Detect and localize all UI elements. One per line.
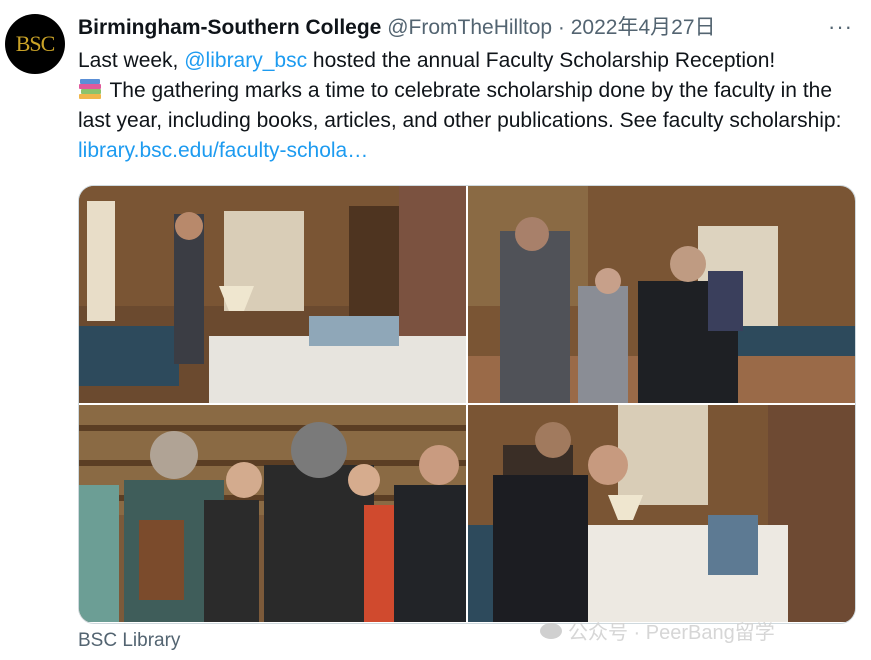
tweet-text-part3: The gathering marks a time to celebrate … (78, 79, 842, 132)
media-caption: BSC Library (78, 630, 181, 651)
media-grid (78, 185, 856, 624)
header-separator: · (557, 16, 565, 39)
tweet-text: Last week, @library_bsc hosted the annua… (78, 46, 868, 166)
photo-reception-4[interactable] (468, 405, 855, 622)
photo-reception-2[interactable] (468, 186, 855, 403)
tweet-header: Birmingham-Southern College @FromTheHill… (78, 14, 841, 42)
tweet-date[interactable]: 2022年4月27日 (571, 16, 716, 39)
books-emoji-icon (78, 78, 104, 100)
wechat-icon (540, 622, 562, 639)
author-name[interactable]: Birmingham-Southern College (78, 16, 381, 39)
mention-link[interactable]: @library_bsc (184, 49, 307, 72)
photo-reception-1[interactable] (79, 186, 466, 403)
watermark: 公众号 · PeerBang留学 (540, 616, 775, 645)
tweet-text-part2: hosted the annual Faculty Scholarship Re… (307, 49, 776, 72)
avatar[interactable]: BSC (5, 14, 65, 74)
photo-reception-3[interactable] (79, 405, 466, 622)
faculty-scholarship-link[interactable]: library.bsc.edu/faculty-schola… (78, 139, 368, 162)
more-icon[interactable]: ··· (828, 14, 853, 40)
tweet-text-part1: Last week, (78, 49, 185, 72)
avatar-logo-text: BSC (15, 31, 56, 56)
watermark-text: 公众号 · PeerBang留学 (568, 622, 775, 644)
author-handle[interactable]: @FromTheHilltop (387, 16, 552, 39)
